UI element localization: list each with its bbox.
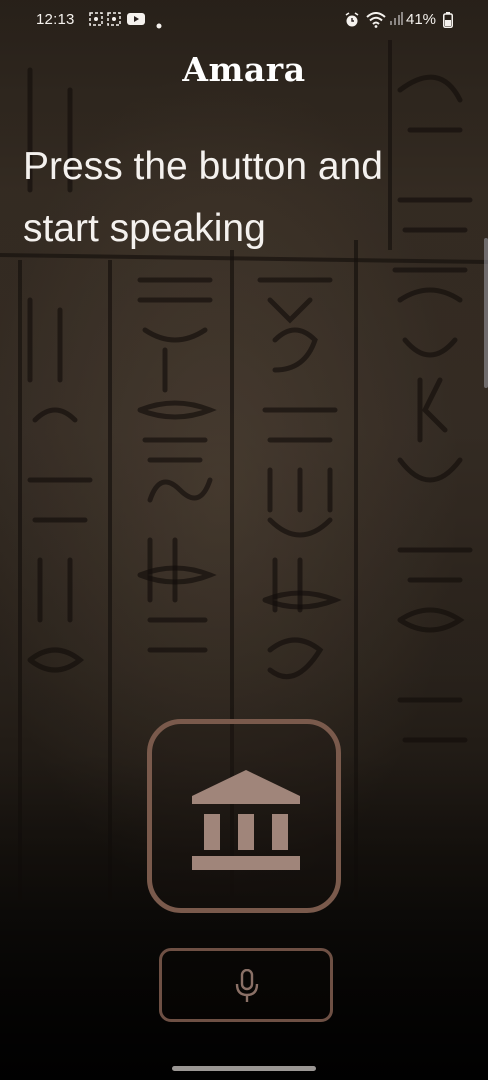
dot-icon — [156, 16, 162, 33]
status-time: 12:13 — [36, 11, 75, 28]
battery-percentage: 41% — [406, 11, 437, 28]
museum-button[interactable] — [147, 719, 341, 913]
microphone-icon — [235, 969, 259, 1002]
signal-icon — [389, 12, 403, 30]
battery-icon — [443, 12, 453, 32]
status-bar: 12:13 41% — [0, 0, 488, 40]
prompt-text: Press the button and start speaking — [23, 145, 383, 250]
edge-panel-handle[interactable] — [484, 238, 488, 388]
alarm-icon — [344, 12, 360, 32]
screen-record-icon — [89, 12, 103, 30]
youtube-icon — [127, 12, 145, 30]
screen-record-icon — [107, 12, 121, 30]
museum-icon — [192, 770, 300, 870]
home-indicator[interactable] — [172, 1066, 316, 1071]
app-title: Amara — [182, 50, 306, 89]
microphone-button[interactable] — [159, 948, 333, 1022]
app-screen: 12:13 41% Amara Press the button and sta… — [0, 0, 488, 1080]
wifi-icon — [366, 12, 386, 32]
